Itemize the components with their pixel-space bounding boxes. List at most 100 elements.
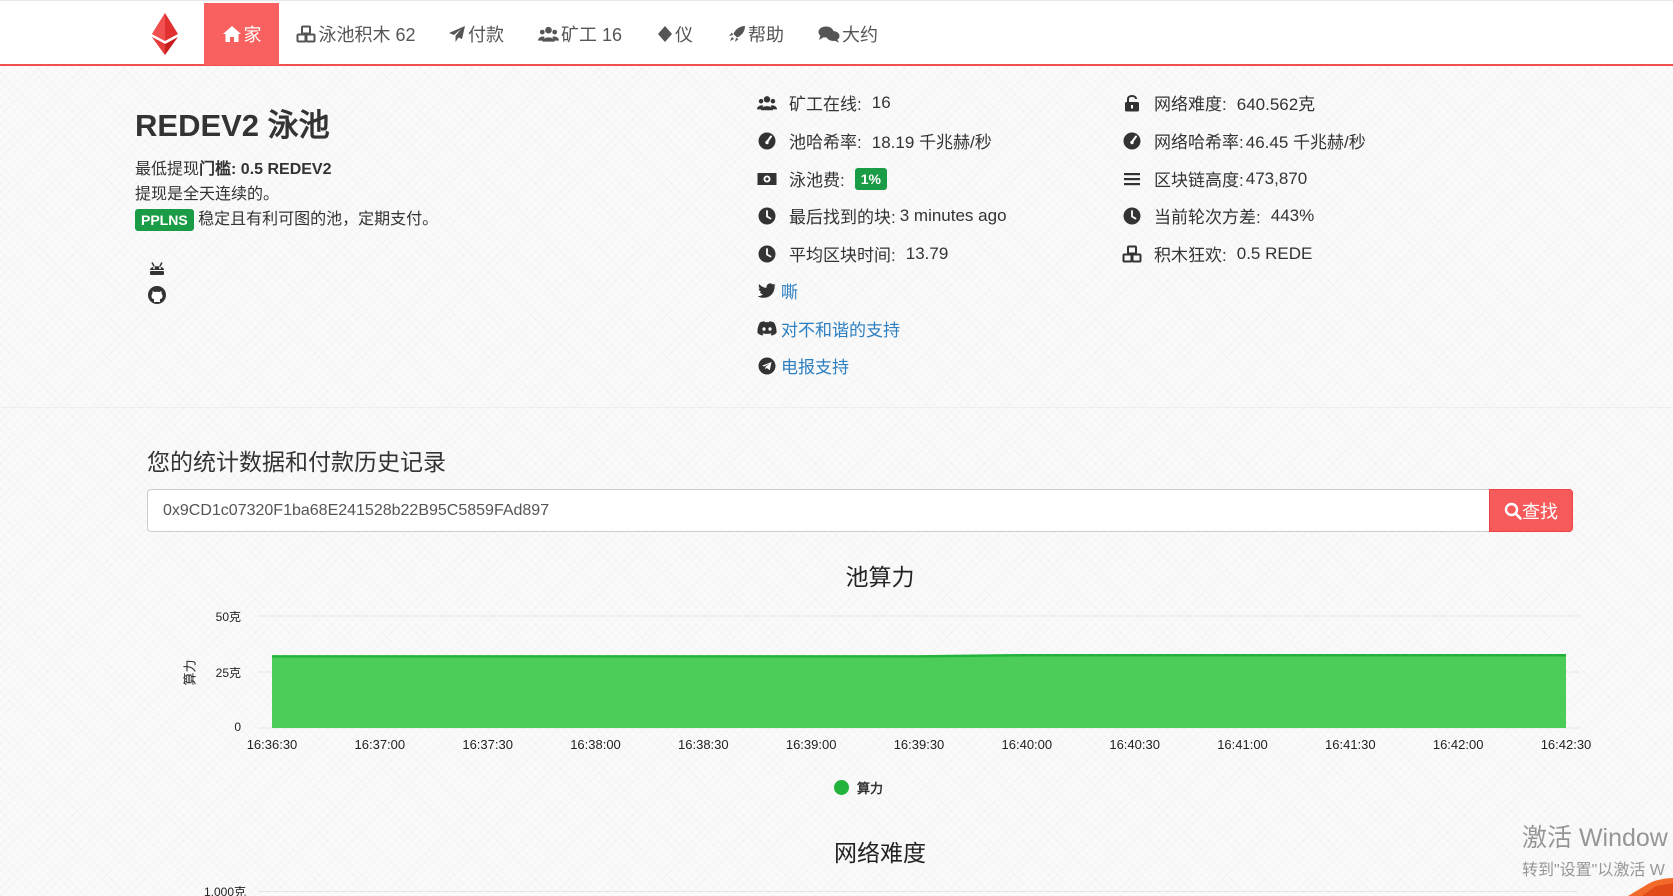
min-payout-threshold: 门槛: 0.5 REDEV2 [199, 161, 332, 178]
windows-activation-watermark: 激活 Window 转到"设置"以激活 W [1522, 818, 1668, 880]
clock-icon [757, 244, 777, 264]
chart-gridline [258, 891, 1578, 892]
search-button-label: 查找 [1522, 501, 1558, 522]
fee-badge: 1% [854, 167, 887, 190]
diamond-icon [658, 26, 672, 42]
chart-legend[interactable]: 算力 [834, 778, 883, 797]
stat-label: 池哈希率: [789, 133, 862, 152]
nav-about[interactable]: 大约 [818, 3, 878, 65]
payout-note: 提现是全天连续的。 [135, 186, 280, 203]
home-icon [222, 26, 241, 42]
chart-x-tick-label: 16:39:30 [893, 737, 945, 752]
min-payout-text: 最低提现门槛: 0.5 REDEV2 [135, 155, 332, 179]
legend-swatch [834, 780, 849, 795]
wallet-address-input[interactable] [147, 489, 1489, 532]
chart-x-tick-label: 16:41:00 [1217, 737, 1268, 752]
chart-x-tick-label: 16:36:30 [246, 737, 298, 752]
watermark-line1: 激活 Window [1522, 824, 1668, 852]
chart-series-area[interactable] [272, 655, 1566, 728]
nav-about-label: 大约 [842, 25, 878, 45]
chart-x-tick-label: 16:40:30 [1109, 737, 1160, 752]
paper-plane-icon [449, 26, 465, 42]
page-title: REDEV2 泳池 [135, 108, 330, 143]
stat-label: 网络难度: [1154, 95, 1227, 114]
nav-pool-blocks[interactable]: 泳池积木 62 [296, 3, 416, 65]
nav-miners[interactable]: 矿工 16 [538, 3, 622, 65]
clock-icon [1122, 206, 1142, 226]
stat-pool-fee: 泳池费: 1% [757, 166, 887, 191]
github-icon[interactable] [147, 285, 167, 305]
stat-round-variance: 当前轮次方差: 443% [1122, 203, 1314, 228]
chart-x-tick-label: 16:38:30 [678, 737, 729, 752]
search-button[interactable]: 查找 [1489, 489, 1573, 532]
stat-value: 0.5 REDE [1236, 243, 1313, 263]
pool-hashrate-chart [258, 615, 1580, 729]
stat-label: 区块链高度: [1154, 171, 1244, 190]
top-navbar: 家 泳池积木 62 付款 矿工 16 仪 帮助 大约 [0, 0, 1673, 66]
watermark-line2: 转到"设置"以激活 W [1522, 862, 1665, 879]
stat-network-difficulty: 网络难度: 640.562克 [1122, 90, 1315, 115]
stat-label: 网络哈希率: [1154, 133, 1244, 152]
twitter-link[interactable]: 嘶 [757, 278, 798, 303]
notification-badge-icon [1628, 878, 1673, 896]
chart-x-tick-label: 16:42:30 [1540, 737, 1592, 752]
stat-avg-block-time: 平均区块时间: 13.79 [757, 241, 948, 266]
pplns-badge: PPLNS [135, 208, 194, 231]
tachometer-icon [1122, 131, 1142, 151]
nav-home[interactable]: 家 [204, 3, 279, 65]
legend-label: 算力 [857, 781, 884, 796]
chart-y-tick-label: 25克 [215, 666, 241, 680]
stat-label: 当前轮次方差: [1154, 208, 1261, 227]
nav-instrument[interactable]: 仪 [656, 3, 694, 65]
stat-network-hashrate: 网络哈希率: 46.45 千兆赫/秒 [1122, 128, 1366, 153]
pool-overview: REDEV2 泳池 最低提现门槛: 0.5 REDEV2 提现是全天连续的。 P… [0, 66, 1673, 408]
discord-link[interactable]: 对不和谐的支持 [757, 316, 900, 341]
comments-icon [818, 26, 840, 43]
search-icon [1504, 502, 1522, 520]
nav-home-label: 家 [243, 25, 262, 45]
chart-x-tick-label: 16:41:30 [1325, 737, 1376, 752]
min-payout-prefix: 最低提现 [135, 161, 200, 178]
stat-blockchain-height: 区块链高度: 473,870 [1122, 166, 1307, 191]
nav-payments[interactable]: 付款 [447, 3, 505, 65]
payment-scheme: PPLNS 稳定且有利可图的池，定期支付。 [135, 205, 438, 231]
chart-x-tick-label: 16:40:00 [1001, 737, 1053, 752]
ethereum-logo-icon[interactable] [152, 13, 178, 55]
discord-icon [757, 319, 777, 339]
chart-x-tick-label: 16:39:00 [785, 737, 837, 752]
stat-label: 平均区块时间: [789, 246, 896, 265]
rocket-icon [729, 26, 745, 42]
twitter-link-label: 嘶 [781, 283, 798, 302]
stat-block-reward: 积木狂欢: 0.5 REDE [1122, 241, 1312, 266]
clock-icon [757, 206, 777, 226]
chart-title: 网络难度 [834, 840, 926, 866]
stat-value: 46.45 千兆赫/秒 [1245, 133, 1366, 152]
chart-y-tick-label: 50克 [215, 610, 241, 624]
nav-help[interactable]: 帮助 [728, 3, 784, 65]
android-icon[interactable] [147, 259, 167, 279]
chart-y-tick-label: 0 [234, 720, 241, 734]
chart-title: 池算力 [845, 564, 915, 590]
chart-x-tick-label: 16:42:00 [1432, 737, 1484, 752]
nav-miners-label: 矿工 16 [560, 25, 622, 45]
telegram-link-label: 电报支持 [781, 358, 849, 377]
lookup-title: 您的统计数据和付款历史记录 [147, 449, 446, 475]
chart-y-tick-label: 1,000克 [203, 885, 246, 896]
stat-value: 13.79 [905, 243, 949, 263]
telegram-link[interactable]: 电报支持 [757, 353, 849, 378]
stat-label: 积木狂欢: [1154, 246, 1227, 265]
nav-instrument-label: 仪 [675, 25, 693, 45]
stat-value: 640.562克 [1236, 95, 1316, 114]
stat-label: 泳池费: [789, 171, 845, 190]
nav-help-label: 帮助 [748, 25, 784, 45]
users-icon [538, 26, 559, 42]
chart-x-tick-label: 16:37:30 [462, 737, 513, 752]
money-icon [757, 169, 777, 189]
unlock-icon [1122, 93, 1142, 113]
telegram-icon [757, 356, 777, 376]
stat-value: 443% [1270, 205, 1315, 225]
chart-x-tick-label: 16:38:00 [570, 737, 621, 752]
nav-pool-blocks-label: 泳池积木 62 [318, 25, 416, 45]
bars-icon [1122, 169, 1142, 189]
users-icon [757, 93, 777, 113]
